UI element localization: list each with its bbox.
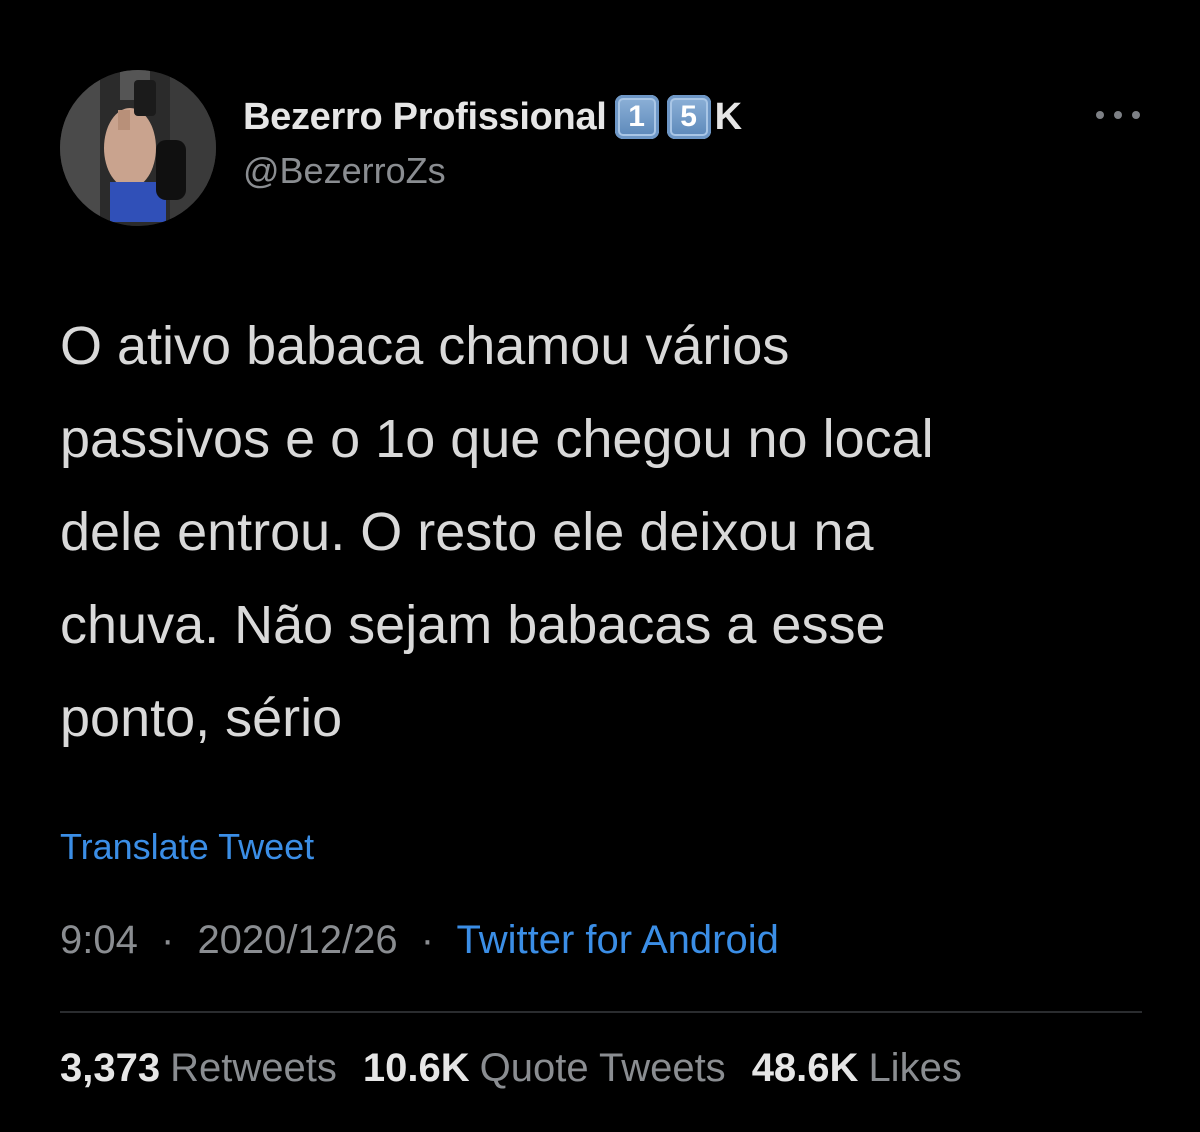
divider: [60, 1011, 1142, 1013]
retweets-stat[interactable]: 3,373 Retweets: [60, 1046, 337, 1091]
tweet-date: 2020/12/26: [197, 918, 398, 962]
retweets-label: Retweets: [170, 1046, 337, 1090]
tweet-source-link[interactable]: Twitter for Android: [456, 918, 778, 962]
profile-photo-icon: [60, 70, 216, 226]
translate-tweet-link[interactable]: Translate Tweet: [60, 826, 314, 868]
tweet-text: O ativo babaca chamou vários passivos e …: [60, 316, 934, 748]
quote-tweets-count: 10.6K: [362, 1046, 470, 1090]
likes-stat[interactable]: 48.6K Likes: [752, 1046, 962, 1091]
meta-separator: ·: [420, 918, 435, 962]
more-dot: [1096, 111, 1104, 119]
tweet-detail: Bezerro Profissional 1 5 K @BezerroZs O …: [0, 0, 1200, 1132]
more-dot: [1114, 111, 1122, 119]
quote-tweets-label: Quote Tweets: [479, 1046, 726, 1090]
keycap-digit-one: 1: [614, 95, 659, 139]
quote-tweets-stat[interactable]: 10.6K Quote Tweets: [363, 1046, 726, 1091]
user-handle[interactable]: @BezerroZs: [243, 150, 446, 192]
meta-separator: ·: [160, 918, 175, 962]
tweet-meta: 9:04 · 2020/12/26 · Twitter for Android: [60, 918, 779, 963]
keycap-digit-five: 5: [666, 95, 711, 139]
tweet-stats: 3,373 Retweets 10.6K Quote Tweets 48.6K Lik…: [60, 1046, 988, 1091]
more-dot: [1132, 111, 1140, 119]
likes-count: 48.6K: [751, 1046, 859, 1090]
tweet-time: 9:04: [60, 918, 138, 962]
retweets-count: 3,373: [60, 1046, 161, 1090]
author-name-row[interactable]: Bezerro Profissional 1 5 K: [243, 92, 742, 142]
display-name-suffix: K: [714, 95, 743, 138]
avatar[interactable]: [60, 70, 216, 226]
likes-label: Likes: [868, 1046, 962, 1090]
display-name[interactable]: Bezerro Profissional: [243, 96, 607, 139]
more-horizontal-icon[interactable]: [1096, 100, 1140, 130]
